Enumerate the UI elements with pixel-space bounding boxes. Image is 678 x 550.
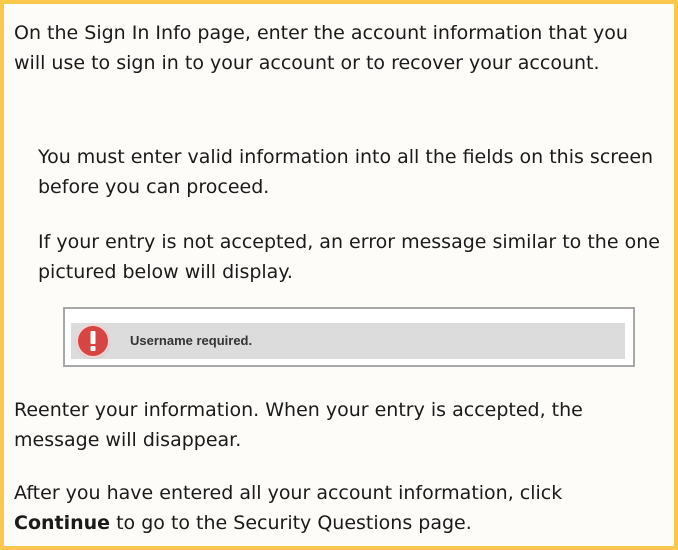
continue-keyword: Continue bbox=[14, 512, 111, 534]
instruction-paragraph-valid-info: You must enter valid information into al… bbox=[38, 146, 654, 198]
instruction-paragraph-continue: After you have entered all your account … bbox=[14, 478, 654, 538]
exclamation-circle-icon bbox=[78, 326, 108, 356]
instruction-paragraph-sign-in-info: On the Sign In Info page, enter the acco… bbox=[14, 22, 628, 74]
error-message-example: Username required. bbox=[63, 307, 635, 367]
continue-text-after: to go to the Security Questions page. bbox=[110, 512, 472, 534]
instruction-paragraph-error-note: If your entry is not accepted, an error … bbox=[38, 231, 660, 283]
instruction-panel: On the Sign In Info page, enter the acco… bbox=[0, 0, 678, 550]
instruction-paragraph-reenter: Reenter your information. When your entr… bbox=[14, 399, 583, 451]
error-message-text: Username required. bbox=[130, 333, 253, 348]
continue-text-before: After you have entered all your account … bbox=[14, 482, 563, 504]
error-message-bar: Username required. bbox=[71, 323, 625, 359]
